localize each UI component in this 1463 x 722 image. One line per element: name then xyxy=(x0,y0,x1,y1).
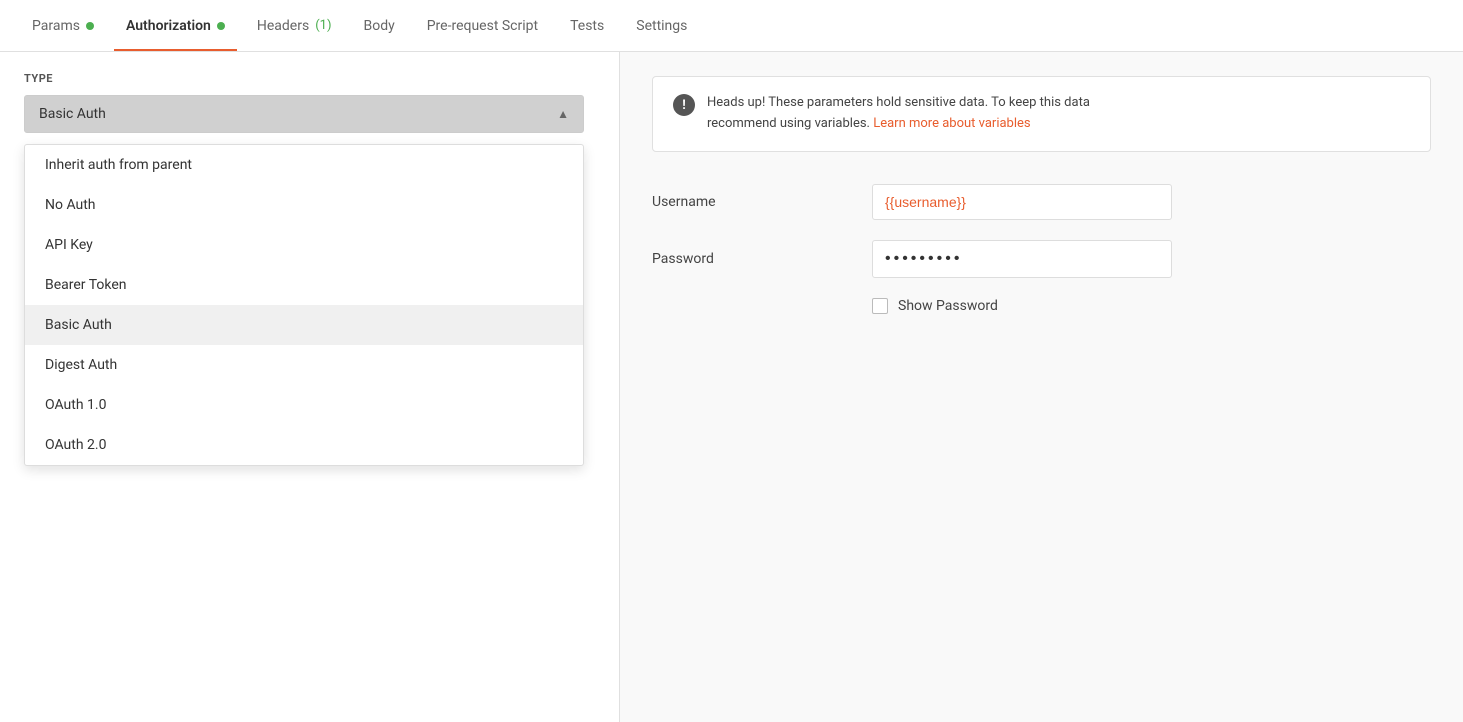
dropdown-item-oauth2[interactable]: OAuth 2.0 xyxy=(25,425,583,465)
dropdown-item-digest-label: Digest Auth xyxy=(45,357,117,373)
dropdown-item-digest[interactable]: Digest Auth xyxy=(25,345,583,385)
dropdown-item-no-auth[interactable]: No Auth xyxy=(25,185,583,225)
info-box: ! Heads up! These parameters hold sensit… xyxy=(652,76,1431,152)
dropdown-item-bearer[interactable]: Bearer Token xyxy=(25,265,583,305)
tab-params[interactable]: Params xyxy=(20,0,106,51)
show-password-checkbox[interactable] xyxy=(872,298,888,314)
type-label: TYPE xyxy=(24,72,595,85)
headers-badge: (1) xyxy=(315,18,331,33)
show-password-row: Show Password xyxy=(872,298,1431,314)
tab-settings[interactable]: Settings xyxy=(624,0,699,51)
password-row: Password xyxy=(652,240,1431,278)
tab-params-label: Params xyxy=(32,18,80,34)
tab-headers-label: Headers xyxy=(257,18,309,34)
auth-type-select[interactable]: Basic Auth ▲ xyxy=(24,95,584,133)
chevron-up-icon: ▲ xyxy=(557,107,569,121)
info-text-line1: Heads up! These parameters hold sensitiv… xyxy=(707,95,1090,110)
tab-prerequest-label: Pre-request Script xyxy=(427,18,538,34)
dropdown-item-api-key[interactable]: API Key xyxy=(25,225,583,265)
dropdown-item-basic-label: Basic Auth xyxy=(45,317,112,333)
dropdown-item-oauth2-label: OAuth 2.0 xyxy=(45,437,106,453)
username-input[interactable] xyxy=(872,184,1172,220)
dropdown-item-no-auth-label: No Auth xyxy=(45,197,96,213)
tab-body-label: Body xyxy=(363,18,394,34)
info-text-line2: recommend using variables. xyxy=(707,116,870,131)
tab-tests[interactable]: Tests xyxy=(558,0,616,51)
learn-more-link[interactable]: Learn more about variables xyxy=(873,116,1030,131)
tab-headers[interactable]: Headers (1) xyxy=(245,0,344,51)
tab-body[interactable]: Body xyxy=(351,0,406,51)
right-panel: ! Heads up! These parameters hold sensit… xyxy=(620,52,1463,722)
dropdown-item-bearer-label: Bearer Token xyxy=(45,277,127,293)
username-label: Username xyxy=(652,194,832,210)
show-password-label[interactable]: Show Password xyxy=(898,298,998,314)
type-section: TYPE Basic Auth ▲ xyxy=(0,52,619,133)
dropdown-item-basic[interactable]: Basic Auth xyxy=(25,305,583,345)
password-input[interactable] xyxy=(872,240,1172,278)
tab-bar: Params Authorization Headers (1) Body Pr… xyxy=(0,0,1463,52)
tab-prerequest[interactable]: Pre-request Script xyxy=(415,0,550,51)
params-dot xyxy=(86,22,94,30)
password-label: Password xyxy=(652,251,832,267)
tab-tests-label: Tests xyxy=(570,18,604,34)
dropdown-item-oauth1-label: OAuth 1.0 xyxy=(45,397,106,413)
main-content: TYPE Basic Auth ▲ Inherit auth from pare… xyxy=(0,52,1463,722)
tab-authorization[interactable]: Authorization xyxy=(114,0,237,51)
info-message: Heads up! These parameters hold sensitiv… xyxy=(707,93,1090,135)
auth-type-dropdown: Inherit auth from parent No Auth API Key… xyxy=(24,144,584,466)
dropdown-item-oauth1[interactable]: OAuth 1.0 xyxy=(25,385,583,425)
tab-authorization-label: Authorization xyxy=(126,18,211,34)
info-icon-text: ! xyxy=(682,98,686,113)
left-panel: TYPE Basic Auth ▲ Inherit auth from pare… xyxy=(0,52,620,722)
dropdown-item-inherit-label: Inherit auth from parent xyxy=(45,157,192,173)
authorization-dot xyxy=(217,22,225,30)
dropdown-item-inherit[interactable]: Inherit auth from parent xyxy=(25,145,583,185)
select-value: Basic Auth xyxy=(39,106,106,122)
dropdown-item-api-key-label: API Key xyxy=(45,237,93,253)
info-icon: ! xyxy=(673,94,695,116)
username-row: Username xyxy=(652,184,1431,220)
tab-settings-label: Settings xyxy=(636,18,687,34)
